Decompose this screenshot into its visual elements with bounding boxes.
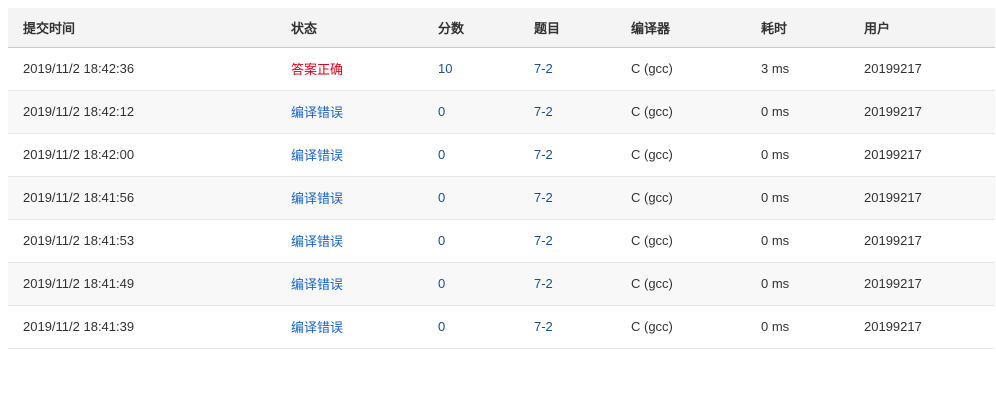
cell-compiler: C (gcc) <box>631 147 673 162</box>
header-submit-time: 提交时间 <box>23 20 76 36</box>
cell-score: 0 <box>438 233 446 248</box>
cell-compiler: C (gcc) <box>631 319 673 334</box>
header-status: 状态 <box>291 20 318 36</box>
header-elapsed: 耗时 <box>761 20 788 36</box>
table-row: 2019/11/2 18:41:56 编译错误 0 7-2 C (gcc) 0 … <box>8 176 995 219</box>
cell-problem-link[interactable]: 7-2 <box>534 176 631 219</box>
cell-submit-time: 2019/11/2 18:41:49 <box>23 276 135 291</box>
cell-problem-link[interactable]: 7-2 <box>534 305 631 348</box>
cell-status-link[interactable]: 编译错误 <box>291 219 438 262</box>
cell-status-link[interactable]: 编译错误 <box>291 90 438 133</box>
cell-problem-link[interactable]: 7-2 <box>534 262 631 305</box>
cell-elapsed: 0 ms <box>761 319 790 334</box>
cell-elapsed: 0 ms <box>761 233 790 248</box>
cell-compiler: C (gcc) <box>631 233 673 248</box>
table-row: 2019/11/2 18:41:53 编译错误 0 7-2 C (gcc) 0 … <box>8 219 995 262</box>
cell-score: 0 <box>438 190 446 205</box>
cell-problem-link[interactable]: 7-2 <box>534 90 631 133</box>
cell-status-link[interactable]: 答案正确 <box>291 47 438 90</box>
cell-elapsed: 0 ms <box>761 104 790 119</box>
cell-score: 0 <box>438 319 446 334</box>
cell-user: 20199217 <box>864 61 922 76</box>
cell-problem-link[interactable]: 7-2 <box>534 133 631 176</box>
cell-compiler: C (gcc) <box>631 61 673 76</box>
cell-submit-time: 2019/11/2 18:42:00 <box>23 147 135 162</box>
cell-status-link[interactable]: 编译错误 <box>291 262 438 305</box>
table-row: 2019/11/2 18:41:49 编译错误 0 7-2 C (gcc) 0 … <box>8 262 995 305</box>
cell-elapsed: 0 ms <box>761 190 790 205</box>
cell-status-link[interactable]: 编译错误 <box>291 133 438 176</box>
header-user: 用户 <box>864 20 891 36</box>
cell-score: 0 <box>438 104 446 119</box>
table-row: 2019/11/2 18:42:00 编译错误 0 7-2 C (gcc) 0 … <box>8 133 995 176</box>
cell-submit-time: 2019/11/2 18:42:36 <box>23 61 135 76</box>
cell-user: 20199217 <box>864 104 922 119</box>
cell-elapsed: 0 ms <box>761 276 790 291</box>
cell-submit-time: 2019/11/2 18:42:12 <box>23 104 135 119</box>
table-row: 2019/11/2 18:42:36 答案正确 10 7-2 C (gcc) 3… <box>8 47 995 90</box>
cell-compiler: C (gcc) <box>631 190 673 205</box>
cell-status-link[interactable]: 编译错误 <box>291 305 438 348</box>
cell-score: 0 <box>438 276 446 291</box>
cell-user: 20199217 <box>864 147 922 162</box>
cell-user: 20199217 <box>864 319 922 334</box>
cell-elapsed: 0 ms <box>761 147 790 162</box>
submissions-table: 提交时间 状态 分数 题目 编译器 耗时 用户 2019/11/2 18:42:… <box>8 8 995 349</box>
table-row: 2019/11/2 18:41:39 编译错误 0 7-2 C (gcc) 0 … <box>8 305 995 348</box>
cell-elapsed: 3 ms <box>761 61 790 76</box>
cell-problem-link[interactable]: 7-2 <box>534 47 631 90</box>
header-compiler: 编译器 <box>631 20 671 36</box>
cell-submit-time: 2019/11/2 18:41:39 <box>23 319 135 334</box>
cell-problem-link[interactable]: 7-2 <box>534 219 631 262</box>
cell-status-link[interactable]: 编译错误 <box>291 176 438 219</box>
header-problem: 题目 <box>534 20 561 36</box>
cell-compiler: C (gcc) <box>631 276 673 291</box>
table-header-row: 提交时间 状态 分数 题目 编译器 耗时 用户 <box>8 8 995 47</box>
header-score: 分数 <box>438 20 465 36</box>
cell-user: 20199217 <box>864 233 922 248</box>
cell-submit-time: 2019/11/2 18:41:53 <box>23 233 135 248</box>
cell-compiler: C (gcc) <box>631 104 673 119</box>
cell-submit-time: 2019/11/2 18:41:56 <box>23 190 135 205</box>
cell-score: 0 <box>438 147 446 162</box>
cell-user: 20199217 <box>864 276 922 291</box>
cell-score: 10 <box>438 61 453 76</box>
cell-user: 20199217 <box>864 190 922 205</box>
table-row: 2019/11/2 18:42:12 编译错误 0 7-2 C (gcc) 0 … <box>8 90 995 133</box>
